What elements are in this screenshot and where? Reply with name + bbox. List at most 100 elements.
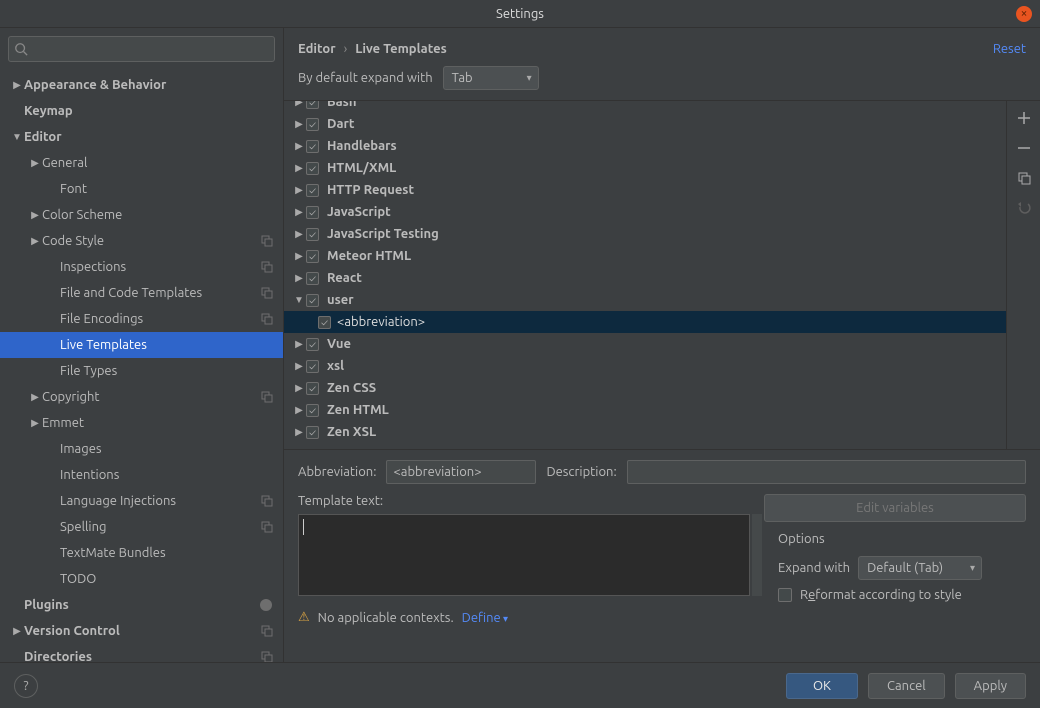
sidebar-item-color-scheme[interactable]: ▶Color Scheme [0, 202, 283, 228]
sidebar-item-version-control[interactable]: ▶Version Control [0, 618, 283, 644]
sidebar-item-copyright[interactable]: ▶Copyright [0, 384, 283, 410]
description-input[interactable] [627, 460, 1026, 484]
group-checkbox[interactable]: ✓ [306, 404, 319, 417]
no-context-text: No applicable contexts. [318, 611, 454, 625]
chevron-icon: ▶ [28, 157, 42, 169]
sidebar-item-images[interactable]: Images [0, 436, 283, 462]
sidebar-item-inspections[interactable]: Inspections [0, 254, 283, 280]
sidebar-item-label: Version Control [24, 624, 120, 638]
reformat-checkbox[interactable] [778, 588, 792, 602]
group-checkbox[interactable]: ✓ [306, 206, 319, 219]
group-checkbox[interactable]: ✓ [306, 272, 319, 285]
template-group-zen-css[interactable]: ▶✓ Zen CSS [284, 377, 1006, 399]
breadcrumb-separator: › [344, 42, 348, 56]
sidebar-item-label: General [42, 156, 87, 170]
template-group-user[interactable]: ▼✓user [284, 289, 1006, 311]
group-checkbox[interactable]: ✓ [306, 426, 319, 439]
template-group-zen-html[interactable]: ▶✓Zen HTML [284, 399, 1006, 421]
template-group-vue[interactable]: ▶✓Vue [284, 333, 1006, 355]
group-checkbox[interactable]: ✓ [306, 382, 319, 395]
abbreviation-label: Abbreviation: [298, 465, 376, 479]
group-label: Bash [327, 101, 356, 109]
sidebar-item-file-encodings[interactable]: File Encodings [0, 306, 283, 332]
templates-tree[interactable]: ▶✓Bash▶✓Dart▶✓Handlebars▶✓HTML/XML▶✓HTTP… [284, 101, 1006, 449]
chevron-icon: ▶ [28, 209, 42, 221]
group-checkbox[interactable]: ✓ [306, 228, 319, 241]
template-group-meteor-html[interactable]: ▶✓Meteor HTML [284, 245, 1006, 267]
group-label: Zen CSS [327, 381, 376, 395]
group-checkbox[interactable]: ✓ [306, 140, 319, 153]
template-group-javascript[interactable]: ▶✓JavaScript [284, 201, 1006, 223]
chevron-icon: ▶ [28, 391, 42, 403]
templates-panel: ▶✓Bash▶✓Dart▶✓Handlebars▶✓HTML/XML▶✓HTTP… [284, 100, 1040, 450]
close-icon[interactable]: × [1016, 6, 1032, 22]
template-group-handlebars[interactable]: ▶✓Handlebars [284, 135, 1006, 157]
group-checkbox[interactable]: ✓ [306, 162, 319, 175]
define-link[interactable]: Define [462, 611, 508, 625]
item-checkbox[interactable]: ✓ [318, 316, 331, 329]
template-text-area[interactable] [298, 514, 750, 596]
sidebar-item-editor[interactable]: ▼Editor [0, 124, 283, 150]
sidebar-item-appearance-behavior[interactable]: ▶Appearance & Behavior [0, 72, 283, 98]
breadcrumb-editor[interactable]: Editor [298, 42, 336, 56]
template-text-scrollbar[interactable] [752, 514, 762, 596]
template-group-http-request[interactable]: ▶✓HTTP Request [284, 179, 1006, 201]
sidebar-item-label: Directories [24, 650, 92, 662]
duplicate-icon[interactable] [1013, 167, 1035, 189]
template-group-xsl[interactable]: ▶✓xsl [284, 355, 1006, 377]
scheme-icon [261, 261, 273, 273]
group-checkbox[interactable]: ✓ [306, 184, 319, 197]
chevron-icon: ▶ [292, 382, 306, 394]
options-group: Options Expand with Default (Tab) Reform… [764, 532, 1026, 610]
template-text-label: Template text: [298, 494, 750, 508]
sidebar-item-live-templates[interactable]: Live Templates [0, 332, 283, 358]
expand-with-select[interactable]: Default (Tab) [858, 556, 982, 580]
sidebar-item-emmet[interactable]: ▶Emmet [0, 410, 283, 436]
sidebar-item-file-and-code-templates[interactable]: File and Code Templates [0, 280, 283, 306]
sidebar-item-general[interactable]: ▶General [0, 150, 283, 176]
template-group-html-xml[interactable]: ▶✓HTML/XML [284, 157, 1006, 179]
sidebar-item-keymap[interactable]: Keymap [0, 98, 283, 124]
help-icon[interactable]: ? [14, 674, 38, 698]
ok-button[interactable]: OK [786, 673, 858, 699]
sidebar-item-textmate-bundles[interactable]: TextMate Bundles [0, 540, 283, 566]
group-checkbox[interactable]: ✓ [306, 338, 319, 351]
default-expand-select[interactable]: Tab [443, 66, 539, 90]
apply-button[interactable]: Apply [955, 673, 1026, 699]
settings-tree[interactable]: ▶Appearance & BehaviorKeymap▼Editor▶Gene… [0, 68, 283, 662]
remove-icon[interactable] [1013, 137, 1035, 159]
group-checkbox[interactable]: ✓ [306, 294, 319, 307]
reset-link[interactable]: Reset [993, 42, 1026, 56]
chevron-icon: ▶ [292, 228, 306, 240]
template-item[interactable]: ✓<abbreviation> [284, 311, 1006, 333]
sidebar-item-label: Copyright [42, 390, 100, 404]
sidebar-item-plugins[interactable]: Plugins [0, 592, 283, 618]
template-group-react[interactable]: ▶✓React [284, 267, 1006, 289]
sidebar-item-font[interactable]: Font [0, 176, 283, 202]
sidebar-item-file-types[interactable]: File Types [0, 358, 283, 384]
scheme-icon [261, 521, 273, 533]
group-checkbox[interactable]: ✓ [306, 250, 319, 263]
sidebar-item-label: Color Scheme [42, 208, 122, 222]
sidebar-item-directories[interactable]: Directories [0, 644, 283, 662]
revert-icon [1013, 197, 1035, 219]
add-icon[interactable] [1013, 107, 1035, 129]
template-group-javascript-testing[interactable]: ▶✓JavaScript Testing [284, 223, 1006, 245]
cancel-button[interactable]: Cancel [868, 673, 945, 699]
template-group-zen-xsl[interactable]: ▶✓Zen XSL [284, 421, 1006, 443]
sidebar-item-label: Images [60, 442, 102, 456]
sidebar-item-intentions[interactable]: Intentions [0, 462, 283, 488]
template-group-dart[interactable]: ▶✓Dart [284, 113, 1006, 135]
template-group-bash[interactable]: ▶✓Bash [284, 101, 1006, 113]
sidebar-item-spelling[interactable]: Spelling [0, 514, 283, 540]
group-checkbox[interactable]: ✓ [306, 101, 319, 109]
group-checkbox[interactable]: ✓ [306, 118, 319, 131]
sidebar-item-code-style[interactable]: ▶Code Style [0, 228, 283, 254]
search-input[interactable] [8, 36, 275, 62]
sidebar-item-label: File Types [60, 364, 117, 378]
abbreviation-input[interactable] [386, 460, 536, 484]
group-checkbox[interactable]: ✓ [306, 360, 319, 373]
sidebar-item-label: Language Injections [60, 494, 176, 508]
sidebar-item-todo[interactable]: TODO [0, 566, 283, 592]
sidebar-item-language-injections[interactable]: Language Injections [0, 488, 283, 514]
